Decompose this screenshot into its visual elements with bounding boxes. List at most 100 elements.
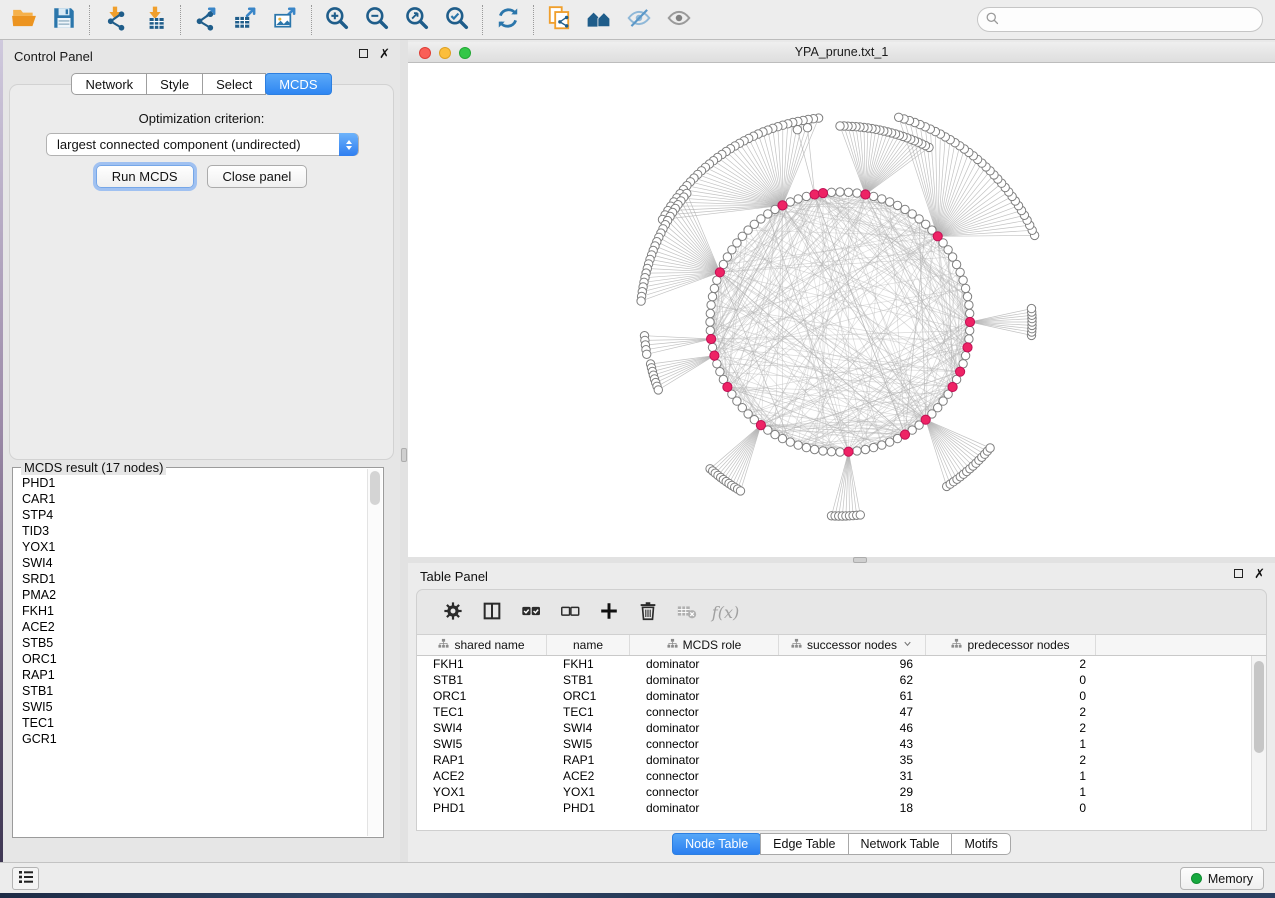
network-edge[interactable]: [663, 229, 720, 272]
network-edge[interactable]: [970, 315, 1032, 322]
first-neighbors-button[interactable]: [579, 3, 619, 37]
table-scrollbar[interactable]: [1251, 656, 1266, 830]
network-node[interactable]: [861, 445, 869, 453]
search-box[interactable]: [977, 7, 1263, 32]
cell-successor-nodes[interactable]: 18: [779, 801, 926, 815]
cell-name[interactable]: RAP1: [547, 753, 630, 767]
cell-shared-name[interactable]: ORC1: [417, 689, 547, 703]
mcds-result-item[interactable]: SRD1: [22, 571, 367, 587]
cell-name[interactable]: FKH1: [547, 657, 630, 671]
splitter-handle[interactable]: [401, 448, 407, 462]
network-edge[interactable]: [645, 336, 712, 339]
network-canvas[interactable]: [408, 63, 1275, 557]
network-hub-node[interactable]: [948, 382, 957, 391]
columns-button[interactable]: [472, 595, 511, 629]
table-row[interactable]: ORC1ORC1dominator610: [417, 688, 1266, 704]
network-edge[interactable]: [732, 425, 761, 485]
network-node[interactable]: [810, 445, 818, 453]
network-edge[interactable]: [938, 175, 994, 236]
network-edge[interactable]: [865, 147, 929, 194]
gear-button[interactable]: [433, 595, 472, 629]
search-input[interactable]: [1000, 13, 1255, 27]
cell-successor-nodes[interactable]: 29: [779, 785, 926, 799]
network-hub-node[interactable]: [963, 343, 972, 352]
network-edge[interactable]: [673, 213, 720, 273]
tab-network[interactable]: Network: [71, 73, 147, 95]
cell-name[interactable]: TEC1: [547, 705, 630, 719]
cell-shared-name[interactable]: YOX1: [417, 785, 547, 799]
column-header-MCDS-role[interactable]: MCDS role: [630, 635, 779, 655]
network-edge[interactable]: [687, 193, 720, 272]
open-folder-button[interactable]: [4, 3, 44, 37]
cell-predecessor-nodes[interactable]: 2: [926, 705, 1096, 719]
export-table-button[interactable]: [226, 3, 266, 37]
cell-MCDS-role[interactable]: dominator: [630, 801, 779, 815]
table-row[interactable]: ACE2ACE2connector311: [417, 768, 1266, 784]
network-node[interactable]: [961, 351, 969, 359]
network-node[interactable]: [778, 434, 786, 442]
network-hub-node[interactable]: [933, 232, 942, 241]
network-node[interactable]: [878, 441, 886, 449]
network-edge[interactable]: [970, 322, 1032, 329]
hide-selected-button[interactable]: [619, 3, 659, 37]
network-node[interactable]: [706, 309, 714, 317]
cell-predecessor-nodes[interactable]: 1: [926, 785, 1096, 799]
float-icon[interactable]: [359, 49, 368, 58]
export-network-button[interactable]: [186, 3, 226, 37]
network-hub-node[interactable]: [900, 430, 909, 439]
show-all-button[interactable]: [659, 3, 699, 37]
network-edge[interactable]: [808, 128, 815, 195]
network-node[interactable]: [827, 188, 835, 196]
tab-network-table[interactable]: Network Table: [848, 833, 953, 855]
network-node[interactable]: [802, 443, 810, 451]
cell-MCDS-role[interactable]: dominator: [630, 721, 779, 735]
run-mcds-button[interactable]: Run MCDS: [96, 165, 194, 188]
close-icon[interactable]: ✗: [1254, 569, 1265, 578]
zoom-selected-button[interactable]: [437, 3, 477, 37]
cell-shared-name[interactable]: FKH1: [417, 657, 547, 671]
table-row[interactable]: PHD1PHD1dominator180: [417, 800, 1266, 816]
mcds-result-item[interactable]: YOX1: [22, 539, 367, 555]
cell-name[interactable]: SWI4: [547, 721, 630, 735]
cell-MCDS-role[interactable]: connector: [630, 705, 779, 719]
network-node[interactable]: [844, 188, 852, 196]
mcds-result-item[interactable]: PMA2: [22, 587, 367, 603]
network-edge[interactable]: [842, 452, 848, 516]
table-row[interactable]: FKH1FKH1dominator962: [417, 656, 1266, 672]
cell-successor-nodes[interactable]: 31: [779, 769, 926, 783]
network-node[interactable]: [1027, 304, 1035, 312]
cell-shared-name[interactable]: TEC1: [417, 705, 547, 719]
cell-MCDS-role[interactable]: connector: [630, 785, 779, 799]
network-hub-node[interactable]: [707, 334, 716, 343]
network-node[interactable]: [856, 511, 864, 519]
network-node[interactable]: [853, 189, 861, 197]
network-node[interactable]: [836, 122, 844, 130]
table-row[interactable]: YOX1YOX1connector291: [417, 784, 1266, 800]
mcds-result-item[interactable]: TID3: [22, 523, 367, 539]
network-node[interactable]: [965, 335, 973, 343]
network-node[interactable]: [707, 301, 715, 309]
scrollbar-thumb[interactable]: [1254, 661, 1264, 753]
network-edge[interactable]: [849, 452, 861, 515]
network-node[interactable]: [793, 126, 801, 134]
network-edge[interactable]: [865, 139, 910, 194]
mcds-result-item[interactable]: PHD1: [22, 475, 367, 491]
import-table-button[interactable]: [135, 3, 175, 37]
cell-name[interactable]: ACE2: [547, 769, 630, 783]
tab-style[interactable]: Style: [146, 73, 203, 95]
network-node[interactable]: [895, 113, 903, 121]
cell-name[interactable]: ORC1: [547, 689, 630, 703]
network-hub-node[interactable]: [965, 317, 974, 326]
apply-layout-button[interactable]: [488, 3, 528, 37]
network-node[interactable]: [710, 284, 718, 292]
network-node[interactable]: [827, 448, 835, 456]
table-row[interactable]: TEC1TEC1connector472: [417, 704, 1266, 720]
cell-MCDS-role[interactable]: dominator: [630, 689, 779, 703]
network-node[interactable]: [836, 188, 844, 196]
close-icon[interactable]: ✗: [379, 49, 390, 58]
network-node[interactable]: [643, 350, 651, 358]
cell-predecessor-nodes[interactable]: 2: [926, 721, 1096, 735]
table-row[interactable]: SWI5SWI5connector431: [417, 736, 1266, 752]
network-hub-node[interactable]: [723, 382, 732, 391]
table-row[interactable]: RAP1RAP1dominator352: [417, 752, 1266, 768]
